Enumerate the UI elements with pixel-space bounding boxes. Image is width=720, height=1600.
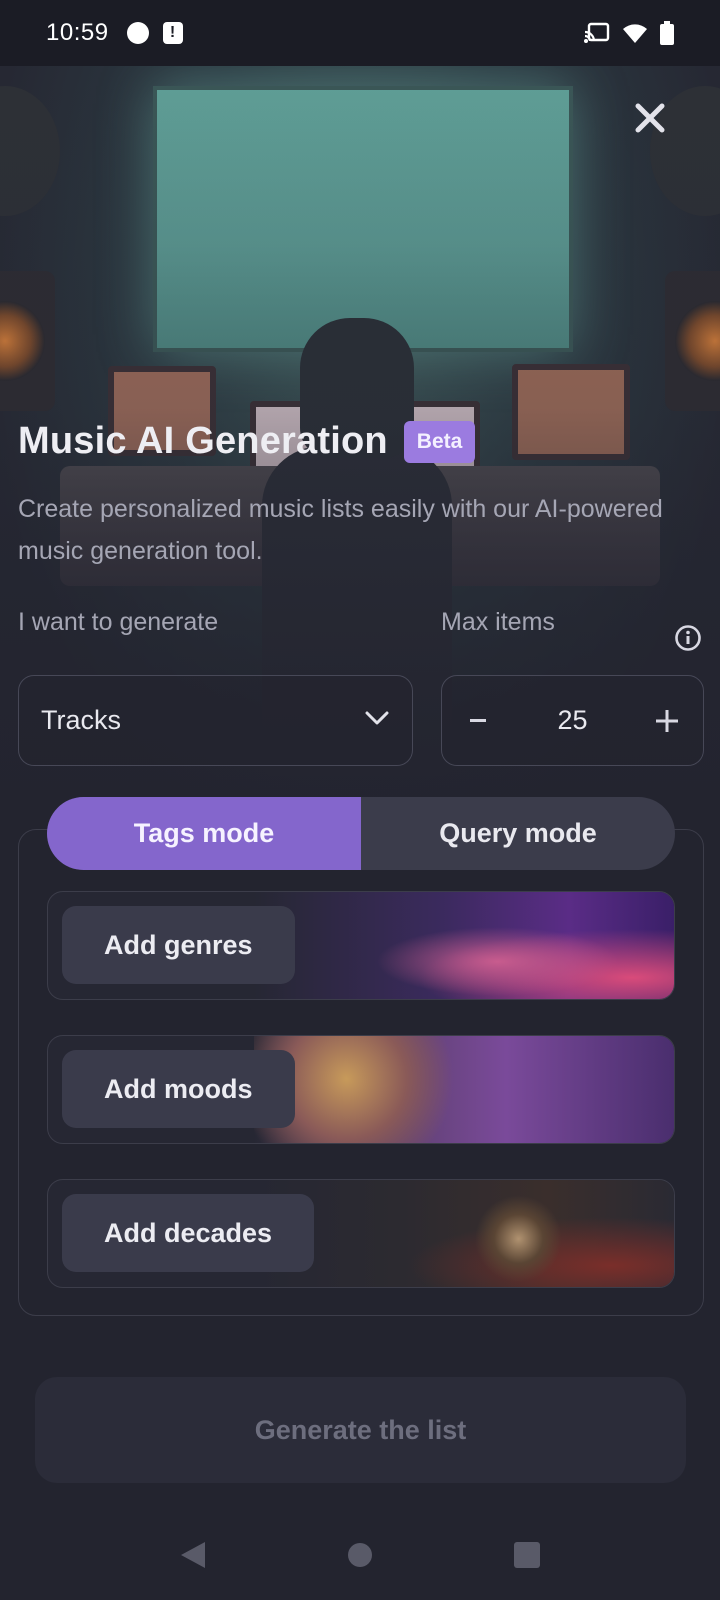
genres-card[interactable]: Add genres (47, 891, 675, 1000)
generate-list-button[interactable]: Generate the list (35, 1377, 686, 1483)
tab-tags-mode[interactable]: Tags mode (47, 797, 361, 870)
minus-icon (470, 718, 486, 722)
title-row: Music AI Generation Beta (18, 420, 476, 463)
status-bar: 10:59 ! (0, 0, 720, 66)
mode-toggle: Tags mode Query mode (47, 797, 675, 870)
add-genres-button[interactable]: Add genres (62, 906, 295, 984)
nav-recents-button[interactable] (497, 1525, 557, 1585)
wifi-icon (623, 24, 647, 43)
generate-type-value: Tracks (41, 705, 121, 735)
page-subtitle: Create personalized music lists easily w… (18, 495, 663, 565)
info-icon[interactable] (674, 624, 702, 657)
notification-dot-icon (126, 22, 149, 44)
system-nav-bar (0, 1510, 720, 1600)
decrement-button[interactable] (442, 676, 514, 765)
increment-button[interactable] (631, 676, 703, 765)
generate-type-label: I want to generate (18, 608, 219, 636)
battery-icon (660, 21, 674, 45)
add-decades-button[interactable]: Add decades (62, 1194, 315, 1272)
home-circle-icon (347, 1543, 372, 1567)
decades-card[interactable]: Add decades (47, 1179, 675, 1288)
max-items-label: Max items (441, 608, 555, 636)
max-items-stepper: 25 (441, 675, 704, 766)
max-items-value[interactable]: 25 (514, 705, 631, 736)
close-icon (635, 103, 665, 133)
decades-illustration (254, 1180, 674, 1287)
recents-square-icon (513, 1542, 540, 1568)
add-moods-button[interactable]: Add moods (62, 1050, 295, 1128)
alert-icon: ! (162, 22, 183, 44)
beta-badge: Beta (403, 420, 476, 463)
generate-type-select[interactable]: Tracks (18, 675, 413, 766)
plus-icon (656, 709, 678, 732)
moods-card[interactable]: Add moods (47, 1035, 675, 1144)
page-title: Music AI Generation (18, 420, 388, 462)
chevron-down-icon (364, 710, 390, 731)
cast-icon (584, 22, 610, 43)
nav-back-button[interactable] (163, 1525, 223, 1585)
status-time: 10:59 (46, 19, 109, 46)
nav-home-button[interactable] (330, 1525, 390, 1585)
back-triangle-icon (181, 1542, 206, 1568)
close-button[interactable] (628, 96, 672, 140)
tab-query-mode[interactable]: Query mode (361, 797, 675, 870)
genres-illustration (254, 892, 674, 999)
moods-illustration (254, 1036, 674, 1143)
